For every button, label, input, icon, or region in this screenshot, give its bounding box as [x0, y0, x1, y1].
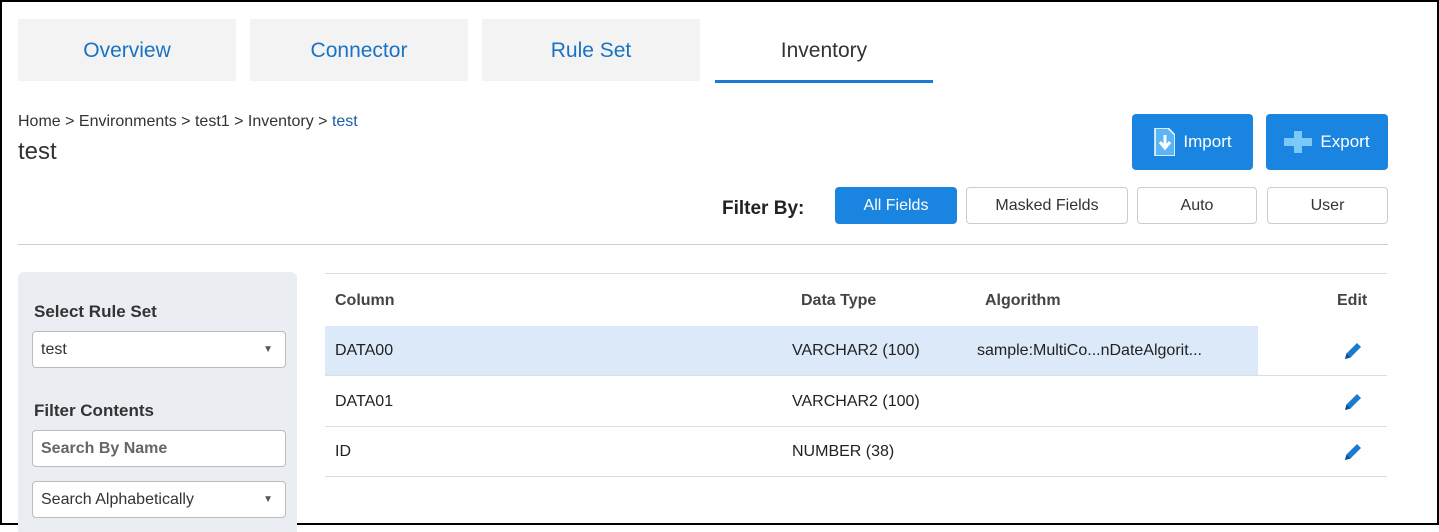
tab-inventory[interactable]: Inventory [715, 19, 933, 83]
filter-contents-heading: Filter Contents [34, 401, 154, 420]
table-row[interactable]: DATA01 VARCHAR2 (100) [325, 377, 1387, 427]
table-row[interactable]: ID NUMBER (38) [325, 427, 1387, 477]
data-type-cell: VARCHAR2 (100) [792, 393, 920, 410]
import-label: Import [1183, 132, 1232, 151]
download-arrow-icon [1154, 128, 1176, 156]
data-type-cell: NUMBER (38) [792, 443, 895, 460]
rule-set-select[interactable]: test ▼ [32, 331, 286, 368]
column-header: Column [335, 292, 395, 309]
filter-auto-button[interactable]: Auto [1137, 187, 1257, 224]
tab-rule-set[interactable]: Rule Set [482, 19, 700, 81]
table-header: Column Data Type Algorithm Edit [325, 273, 1387, 326]
inventory-table: Column Data Type Algorithm Edit DATA00 V… [325, 273, 1387, 477]
column-cell: DATA00 [335, 342, 394, 359]
sort-select-value: Search Alphabetically [41, 491, 194, 508]
pencil-icon[interactable] [1342, 441, 1364, 463]
caret-down-icon: ▼ [263, 344, 273, 355]
data-type-cell: VARCHAR2 (100) [792, 342, 920, 359]
breadcrumb: Home > Environments > test1 > Inventory … [18, 113, 358, 131]
row-divider [325, 476, 1387, 477]
column-cell: ID [335, 443, 351, 460]
import-button[interactable]: Import [1132, 114, 1253, 170]
select-rule-set-heading: Select Rule Set [34, 302, 157, 321]
breadcrumb-path[interactable]: Home > Environments > test1 > Inventory … [18, 113, 332, 130]
search-by-name-input[interactable] [32, 430, 286, 467]
tab-connector[interactable]: Connector [250, 19, 468, 81]
sort-select[interactable]: Search Alphabetically ▼ [32, 481, 286, 518]
divider [18, 244, 1388, 245]
breadcrumb-current: test [331, 113, 358, 130]
page-title: test [18, 138, 57, 165]
pencil-icon[interactable] [1342, 340, 1364, 362]
sidebar: Select Rule Set test ▼ Filter Contents S… [18, 272, 297, 532]
filter-label: Filter By: [722, 198, 805, 219]
export-label: Export [1320, 132, 1370, 151]
algorithm-header: Algorithm [985, 292, 1061, 309]
filter-masked-fields-button[interactable]: Masked Fields [966, 187, 1128, 224]
row-divider [325, 375, 1387, 376]
rule-set-select-value: test [41, 341, 67, 358]
caret-down-icon: ▼ [263, 494, 273, 505]
filter-all-fields-button[interactable]: All Fields [835, 187, 957, 224]
export-button[interactable]: Export [1266, 114, 1388, 170]
data-type-header: Data Type [801, 292, 877, 309]
column-cell: DATA01 [335, 393, 394, 410]
edit-header: Edit [1337, 292, 1368, 309]
filter-user-button[interactable]: User [1267, 187, 1388, 224]
pencil-icon[interactable] [1342, 391, 1364, 413]
table-row[interactable]: DATA00 VARCHAR2 (100) sample:MultiCo...n… [325, 326, 1387, 376]
algorithm-cell: sample:MultiCo...nDateAlgorit... [977, 342, 1202, 359]
plus-icon [1284, 131, 1313, 153]
tab-overview[interactable]: Overview [18, 19, 236, 81]
